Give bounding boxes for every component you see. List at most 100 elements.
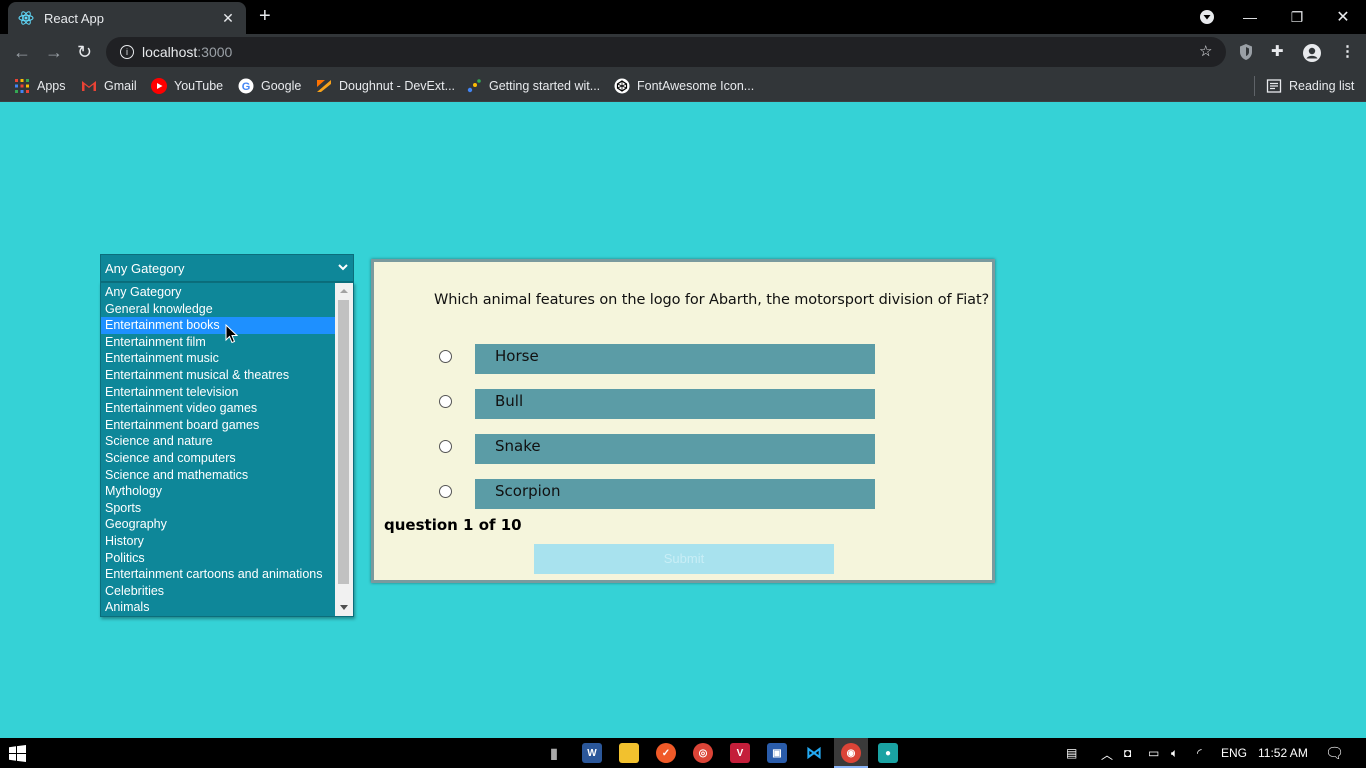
taskbar-app-chrome-icon[interactable]: ◎: [693, 743, 713, 763]
answer-radio[interactable]: [439, 485, 452, 498]
svg-text:G: G: [242, 81, 251, 93]
category-option[interactable]: Entertainment books: [101, 317, 335, 334]
extensions-puzzle-icon[interactable]: ✚: [1271, 43, 1284, 61]
taskbar-app-file-explorer-icon[interactable]: [619, 743, 639, 763]
bookmark-fontawesome[interactable]: FontAwesome Icon...: [614, 76, 754, 96]
bookmark-youtube[interactable]: YouTube: [151, 76, 223, 96]
category-option[interactable]: Entertainment film: [101, 334, 335, 351]
category-option[interactable]: Politics: [101, 550, 335, 567]
browser-tab-strip: React App ✕ + — ❐ ✕: [0, 0, 1366, 34]
bookmark-star-icon[interactable]: ☆: [1199, 43, 1212, 61]
taskbar-app-orange-icon[interactable]: ✓: [656, 743, 676, 763]
close-window-icon[interactable]: ✕: [1329, 0, 1357, 34]
browser-tab[interactable]: React App ✕: [8, 2, 246, 34]
category-option[interactable]: History: [101, 533, 335, 550]
answer-radio[interactable]: [439, 350, 452, 363]
forward-icon[interactable]: →: [45, 42, 63, 62]
codepen-icon: [614, 78, 630, 94]
taskbar-app-chrome-active-icon[interactable]: ◉: [841, 743, 861, 763]
site-info-icon[interactable]: i: [120, 45, 134, 59]
windows-start-icon[interactable]: [9, 745, 26, 762]
answer-radio[interactable]: [439, 395, 452, 408]
reading-list-label: Reading list: [1289, 79, 1355, 93]
taskbar-app-usb-icon[interactable]: ▮: [544, 743, 564, 763]
mouse-cursor-icon: [225, 324, 239, 344]
bookmark-label: YouTube: [174, 79, 224, 93]
new-tab-icon[interactable]: +: [259, 6, 271, 26]
restore-icon[interactable]: ❐: [1283, 0, 1311, 34]
more-menu-icon[interactable]: ⋮: [1340, 43, 1355, 61]
taskbar-app-remote-icon[interactable]: ▣: [767, 743, 787, 763]
category-option[interactable]: Celebrities: [101, 583, 335, 600]
bookmark-label: Getting started wit...: [489, 79, 601, 93]
bookmark-label: Gmail: [104, 79, 137, 93]
profile-dropdown-icon[interactable]: [1197, 0, 1217, 34]
bookmark-gmail[interactable]: Gmail: [81, 76, 137, 96]
question-text: Which animal features on the logo for Ab…: [434, 292, 990, 308]
bookmarks-bar: Apps Gmail YouTube G Google Doughnut - D…: [0, 70, 1366, 102]
url-host: localhost: [142, 44, 198, 60]
address-bar[interactable]: i localhost:3000: [106, 37, 1226, 67]
windows-taskbar: ▮ W ✓ ◎ V ▣ ⋈ ◉ ● ▤ ︿ ◘ ▭ 🔈︎ ◜ ENG 11:52…: [0, 738, 1366, 768]
dropdown-scrollbar[interactable]: [335, 283, 353, 616]
answer-option[interactable]: Scorpion: [475, 479, 875, 509]
category-option[interactable]: Entertainment television: [101, 384, 335, 401]
scrollbar-thumb[interactable]: [338, 300, 349, 584]
category-option[interactable]: Entertainment musical & theatres: [101, 367, 335, 384]
category-option[interactable]: General knowledge: [101, 301, 335, 318]
bookmark-devextreme[interactable]: Doughnut - DevExt...: [316, 76, 455, 96]
category-option[interactable]: Geography: [101, 516, 335, 533]
taskbar-app-word-icon[interactable]: W: [582, 743, 602, 763]
reload-icon[interactable]: ↻: [77, 42, 92, 62]
bookmark-label: Doughnut - DevExt...: [339, 79, 456, 93]
category-option[interactable]: Entertainment video games: [101, 400, 335, 417]
bookmarks-divider: [1254, 76, 1255, 96]
scroll-down-icon[interactable]: [340, 605, 348, 610]
wifi-icon[interactable]: ◜: [1197, 746, 1202, 760]
submit-button[interactable]: Submit: [534, 544, 834, 574]
tab-close-icon[interactable]: ✕: [220, 10, 236, 27]
bookmark-label: FontAwesome Icon...: [637, 79, 755, 93]
browser-toolbar: ← → ↻ i localhost:3000 ☆ ✚ ⋮: [0, 34, 1366, 70]
tray-app-icon[interactable]: ◘: [1124, 746, 1131, 760]
answer-option[interactable]: Snake: [475, 434, 875, 464]
category-option[interactable]: Science and computers: [101, 450, 335, 467]
category-option[interactable]: Entertainment music: [101, 350, 335, 367]
shield-extension-icon[interactable]: [1238, 43, 1254, 61]
category-option[interactable]: Animals: [101, 599, 335, 616]
answer-option[interactable]: Horse: [475, 344, 875, 374]
bookmark-google[interactable]: G Google: [238, 76, 301, 96]
show-hidden-icons-icon[interactable]: ︿: [1101, 746, 1113, 763]
category-option[interactable]: Science and mathematics: [101, 467, 335, 484]
category-option[interactable]: Mythology: [101, 483, 335, 500]
taskbar-app-vscode-icon[interactable]: ⋈: [804, 743, 824, 763]
category-option[interactable]: Sports: [101, 500, 335, 517]
clock[interactable]: 11:52 AM: [1258, 746, 1308, 760]
bookmark-label: Google: [261, 79, 302, 93]
category-option[interactable]: Entertainment board games: [101, 417, 335, 434]
profile-avatar-icon[interactable]: [1302, 43, 1322, 63]
answer-option[interactable]: Bull: [475, 389, 875, 419]
minimize-icon[interactable]: —: [1236, 0, 1264, 34]
scroll-up-icon[interactable]: [340, 289, 348, 293]
getting-started-icon: [467, 79, 481, 93]
category-option[interactable]: Any Gategory: [101, 284, 335, 301]
bookmark-getting-started[interactable]: Getting started wit...: [466, 76, 600, 96]
category-select[interactable]: Any Gategory: [100, 254, 354, 282]
taskbar-app-acrobat-icon[interactable]: V: [730, 743, 750, 763]
notifications-icon[interactable]: 🗨︎: [1325, 744, 1344, 762]
answer-radio[interactable]: [439, 440, 452, 453]
google-icon: G: [238, 78, 254, 94]
reading-list-button[interactable]: Reading list: [1266, 76, 1354, 96]
action-center-keyboard-icon[interactable]: ▤: [1066, 746, 1077, 760]
language-indicator[interactable]: ENG: [1221, 746, 1247, 760]
volume-icon[interactable]: 🔈︎: [1171, 746, 1178, 761]
category-option[interactable]: Entertainment cartoons and animations: [101, 566, 335, 583]
bookmark-apps[interactable]: Apps: [14, 76, 66, 96]
back-icon[interactable]: ←: [13, 42, 31, 62]
quiz-card: Which animal features on the logo for Ab…: [371, 259, 995, 583]
category-option[interactable]: Science and nature: [101, 433, 335, 450]
battery-icon[interactable]: ▭: [1148, 746, 1159, 760]
taskbar-app-camtasia-icon[interactable]: ●: [878, 743, 898, 763]
youtube-icon: [151, 78, 167, 94]
